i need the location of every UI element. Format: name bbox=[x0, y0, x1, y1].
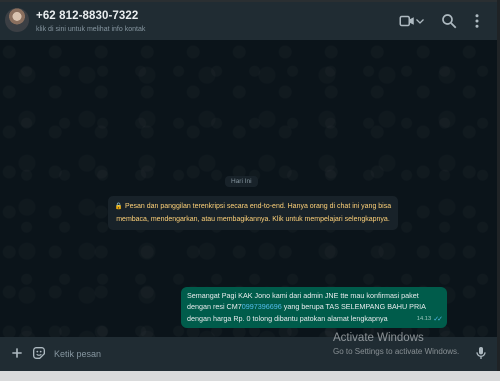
contact-avatar[interactable] bbox=[5, 8, 29, 32]
lock-icon: 🔒 bbox=[114, 203, 123, 210]
chat-header[interactable]: +62 812-8830-7322 klik di sini untuk mel… bbox=[0, 2, 497, 40]
taskbar-strip bbox=[0, 371, 500, 381]
search-icon[interactable] bbox=[440, 12, 458, 30]
microphone-icon[interactable] bbox=[473, 345, 489, 361]
message-time: 14.13 bbox=[416, 315, 432, 322]
plus-icon[interactable] bbox=[9, 345, 25, 361]
contact-name[interactable]: +62 812-8830-7322 bbox=[36, 10, 138, 22]
contact-info-hint[interactable]: klik di sini untuk melihat info kontak bbox=[36, 26, 145, 33]
chevron-down-icon[interactable] bbox=[414, 12, 426, 30]
tracking-number[interactable]: 0997396696 bbox=[242, 302, 282, 311]
encryption-notice-text: Pesan dan panggilan terenkripsi secara e… bbox=[116, 203, 392, 223]
activate-windows-title: Activate Windows bbox=[333, 332, 424, 344]
encryption-notice[interactable]: 🔒 Pesan dan panggilan terenkripsi secara … bbox=[108, 196, 398, 230]
sticker-icon[interactable] bbox=[31, 345, 47, 361]
read-receipt-icon: ✓✓ bbox=[433, 315, 443, 323]
menu-icon[interactable] bbox=[468, 12, 486, 30]
date-label: Hari Ini bbox=[225, 176, 258, 187]
message-meta: 14.13 ✓✓ bbox=[416, 314, 443, 325]
outgoing-message[interactable]: Semangat Pagi KAK Jono kami dari admin J… bbox=[181, 287, 447, 328]
activate-windows-hint: Go to Settings to activate Windows. bbox=[333, 347, 460, 356]
